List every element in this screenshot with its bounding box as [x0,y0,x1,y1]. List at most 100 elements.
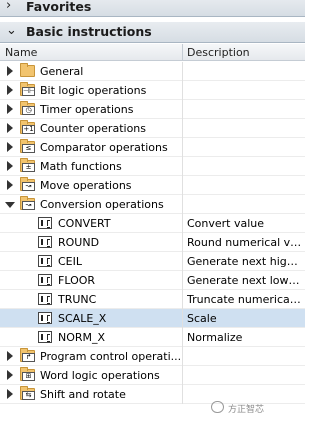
instruction-name: CEIL [58,255,83,268]
basic-instructions-title: Basic instructions [26,24,152,39]
column-separator [182,366,183,385]
tree-item-label: Math functions [40,160,122,173]
expand-arrow-icon[interactable] [7,85,13,95]
column-separator [182,271,183,290]
tree-instruction-trunc[interactable]: TRUNC Truncate numerical ... [0,290,305,309]
tree-item-label: Shift and rotate [40,388,126,401]
favorites-title: Favorites [26,0,92,14]
column-separator [182,81,183,100]
instruction-description: Normalize [187,331,243,344]
program-control-icon: ↱ [22,353,35,362]
expand-arrow-icon[interactable] [7,66,13,76]
column-separator [182,385,183,404]
math-icon: ± [22,163,35,172]
instruction-description: Generate next highe... [187,255,303,268]
expand-arrow-icon[interactable] [7,180,13,190]
expand-arrow-icon[interactable] [7,104,13,114]
comparator-icon: ≤ [22,144,35,153]
column-divider[interactable] [182,44,183,61]
wechat-logo-icon [211,401,224,413]
instruction-name: CONVERT [58,217,111,230]
column-separator [182,157,183,176]
tree-folder-program-control[interactable]: ↱ Program control operati... [0,347,305,366]
instruction-name: SCALE_X [58,312,107,325]
instruction-name: FLOOR [58,274,96,287]
chevron-right-icon: › [6,0,12,13]
tree-item-label: Bit logic operations [40,84,147,97]
favorites-panel-header[interactable]: › Favorites [0,0,305,17]
column-separator [182,138,183,157]
instruction-box-icon [38,331,52,343]
tree-folder-comparator[interactable]: ≤ Comparator operations [0,138,305,157]
tree-folder-conversion[interactable]: ↝ Conversion operations [0,195,305,214]
column-separator [182,195,183,214]
column-header-name[interactable]: Name [5,46,37,59]
column-header-row: Name Description [0,44,305,61]
instruction-description: Scale [187,312,217,325]
expand-arrow-icon[interactable] [7,351,13,361]
tree-item-label: Move operations [40,179,132,192]
tree-instruction-norm-x[interactable]: NORM_X Normalize [0,328,305,347]
tree-item-label: Program control operati... [40,350,182,363]
expand-arrow-icon[interactable] [7,161,13,171]
instruction-description: Round numerical val... [187,236,303,249]
tree-item-label: Counter operations [40,122,146,135]
tree-instruction-floor[interactable]: FLOOR Generate next lower ... [0,271,305,290]
column-separator [182,252,183,271]
expand-arrow-icon[interactable] [7,389,13,399]
tree-folder-general[interactable]: General [0,62,305,81]
expand-arrow-icon[interactable] [7,123,13,133]
instruction-tree: General ⊣⊢ Bit logic operations ◷ Timer … [0,62,305,404]
move-icon: ↝ [22,182,35,191]
word-logic-icon: ⊞ [22,372,35,381]
instruction-box-icon [38,274,52,286]
counter-icon: +1 [22,125,35,134]
column-separator [182,62,183,81]
tree-instruction-convert[interactable]: CONVERT Convert value [0,214,305,233]
instruction-description: Convert value [187,217,265,230]
column-separator [182,347,183,366]
instruction-box-icon [38,255,52,267]
tree-item-label: Conversion operations [40,198,164,211]
conversion-icon: ↝ [22,201,35,210]
column-separator [182,119,183,138]
instruction-box-icon [38,217,52,229]
basic-instructions-panel-header[interactable]: ⌄ Basic instructions [0,22,305,43]
tree-instruction-round[interactable]: ROUND Round numerical val... [0,233,305,252]
tree-folder-word-logic[interactable]: ⊞ Word logic operations [0,366,305,385]
expand-arrow-icon[interactable] [7,142,13,152]
tree-item-label: General [40,65,84,78]
instruction-box-icon [38,293,52,305]
collapse-arrow-icon[interactable] [5,202,15,208]
folder-icon [20,63,35,77]
instruction-description: Generate next lower ... [187,274,303,287]
tree-instruction-ceil[interactable]: CEIL Generate next highe... [0,252,305,271]
column-separator [182,214,183,233]
column-separator [182,176,183,195]
tree-item-label: Timer operations [40,103,134,116]
column-header-description[interactable]: Description [187,46,250,59]
tree-item-label: Comparator operations [40,141,168,154]
shift-rotate-icon: ⇆ [22,391,35,400]
tree-instruction-scale-x[interactable]: SCALE_X Scale [0,309,305,328]
instruction-name: TRUNC [58,293,97,306]
instruction-name: NORM_X [58,331,106,344]
tree-folder-bit-logic[interactable]: ⊣⊢ Bit logic operations [0,81,305,100]
column-separator [182,290,183,309]
column-separator [182,100,183,119]
instruction-description: Truncate numerical ... [187,293,303,306]
instruction-box-icon [38,312,52,324]
instruction-name: ROUND [58,236,100,249]
watermark-text: 方正智芯 [228,405,265,415]
tree-item-label: Word logic operations [40,369,160,382]
timer-icon: ◷ [22,106,35,115]
tree-folder-counter[interactable]: +1 Counter operations [0,119,305,138]
expand-arrow-icon[interactable] [7,370,13,380]
bit-logic-icon: ⊣⊢ [22,87,35,96]
chevron-down-icon: ⌄ [6,23,17,38]
instruction-box-icon [38,236,52,248]
column-separator [182,309,183,328]
tree-folder-timer[interactable]: ◷ Timer operations [0,100,305,119]
tree-folder-math[interactable]: ± Math functions [0,157,305,176]
tree-folder-move[interactable]: ↝ Move operations [0,176,305,195]
